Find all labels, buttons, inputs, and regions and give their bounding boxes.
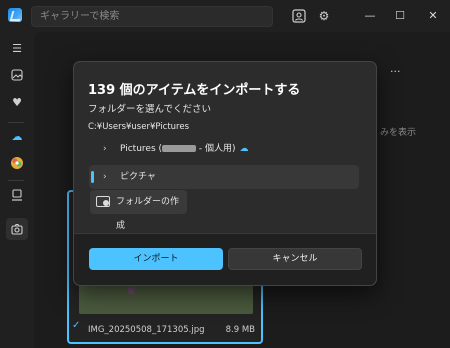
face-scan-icon[interactable] [288,6,310,26]
onedrive-cloud-icon[interactable]: ☁ [6,126,28,148]
photos-app-icon [8,8,22,22]
redacted-name [162,145,197,152]
maximize-button[interactable]: ☐ [385,6,415,26]
gear-icon[interactable]: ⚙ [313,6,335,26]
search-input[interactable]: ギャラリーで検索 [31,6,273,27]
minimize-button[interactable]: — [355,6,385,26]
cloud-icon: ☁ [239,144,249,154]
more-options-icon[interactable]: ··· [390,65,401,78]
title-bar: ギャラリーで検索 ⚙ — ☐ ✕ [0,0,450,32]
import-folder-dialog: 139 個のアイテムをインポートする フォルダーを選んでください C:¥User… [73,61,377,286]
selected-path: C:¥Users¥user¥Pictures [88,122,190,132]
gallery-icon[interactable] [6,64,28,86]
hamburger-menu-icon[interactable]: ☰ [6,38,28,60]
sidebar-divider [8,180,24,181]
close-button[interactable]: ✕ [418,6,448,26]
chevron-right-icon[interactable]: › [103,137,107,161]
tree-item-onedrive-pictures[interactable]: › Pictures ( - 個人用) ☁ [89,137,359,161]
dialog-subtitle: フォルダーを選んでください [88,104,212,115]
dialog-footer: インポート キャンセル [74,233,376,285]
checkmark-icon[interactable]: ✓ [72,320,80,331]
photo-filesize: 8.9 MB [225,325,255,335]
dialog-title: 139 個のアイテムをインポートする [88,83,301,98]
photo-filename: IMG_20250508_171305.jpg [88,325,205,335]
chevron-right-icon[interactable]: › [103,165,107,189]
sidebar-divider [8,122,24,123]
heart-icon[interactable]: ♥ [6,92,28,114]
show-only-text: みを表示 [380,128,417,138]
new-folder-button[interactable]: フォルダーの作成 [90,190,187,231]
new-folder-label: フォルダーの作成 [116,197,180,231]
cancel-button[interactable]: キャンセル [228,248,362,270]
tree-item-pictures[interactable]: › ピクチャ [89,165,359,189]
camera-import-icon[interactable] [6,218,28,240]
this-pc-icon[interactable] [6,184,28,206]
sidebar: ☰ ♥ ☁ [0,32,32,348]
icloud-photos-icon[interactable] [6,152,28,174]
tree-item-label: ピクチャ [120,172,156,182]
import-button[interactable]: インポート [89,248,223,270]
new-folder-icon [96,196,110,207]
tree-item-label: Pictures ( - 個人用) ☁ [120,144,249,154]
selection-indicator [91,171,94,183]
